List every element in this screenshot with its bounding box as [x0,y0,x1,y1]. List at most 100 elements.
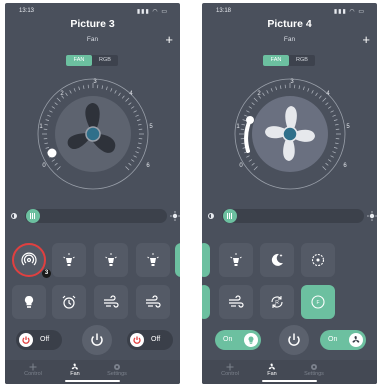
dial-tick [266,90,269,94]
dial-tick [135,114,139,117]
main-power-button[interactable] [279,325,309,355]
bulb-icon [248,336,254,344]
power-knob [19,333,33,347]
tab-rgb[interactable]: RGB [289,55,315,66]
fan-power-toggle[interactable]: Off [127,330,173,350]
mode-toggle: FAN RGB [263,55,315,66]
dial-tick [330,110,334,113]
dial-tick [118,92,121,96]
lamp-tile-3[interactable] [136,243,170,277]
alarm-tile[interactable] [52,285,86,319]
main-power-button[interactable] [82,325,112,355]
brightness-slider-thumb[interactable] [223,209,237,223]
dial-tick [315,92,318,96]
tab-rgb[interactable]: RGB [92,55,118,66]
nfc-tile[interactable] [12,243,46,277]
svg-text:R: R [275,300,279,306]
tick-label-5: 5 [149,124,153,130]
dial-tick [121,95,125,99]
tick-label-5: 5 [346,124,350,130]
rotate-tile[interactable] [301,243,335,277]
more-tile-edge[interactable] [175,243,180,277]
fan-icon [268,363,275,370]
dial-tick [318,95,322,99]
dial-knob[interactable] [47,148,57,158]
dial-knob[interactable] [246,116,254,124]
tab-fan[interactable]: FAN [66,55,92,66]
dial-tick [242,119,247,121]
nav-fan-label: Fan [267,371,277,377]
page-subtitle: Fan [283,36,296,43]
fan-speed-dial[interactable]: 0 1 2 3 4 5 6 [22,73,164,201]
settings-icon [311,364,317,370]
dial-tick [251,102,255,106]
nav-settings[interactable]: Settings [102,363,132,377]
wind-tile-1[interactable] [94,285,128,319]
nav-control-label: Control [221,371,239,377]
dial-tick [114,90,117,94]
lamp-tile[interactable] [219,243,253,277]
dial-tick [110,88,113,92]
dial-tick [248,106,252,109]
settings-icon [114,364,120,370]
dial-tick [128,162,132,166]
dial-tick [135,151,139,154]
fan-mode-tile[interactable]: F [301,285,335,319]
dial-tick [298,85,301,89]
fan-speed-dial[interactable]: 0 1 2 3 4 5 6 [219,73,361,201]
dial-tick [311,90,314,94]
dial-tick [335,142,339,145]
lamp-tile-1[interactable] [52,243,86,277]
fan-mode-icon: F [311,295,325,309]
power-icon [91,333,103,346]
dial-tick [279,85,282,89]
add-button[interactable]: + [362,33,370,46]
control-icon [226,363,234,371]
fan-power-toggle[interactable]: On [320,330,366,350]
moon-tile[interactable] [260,243,294,277]
fan-power-label: Off [151,336,161,343]
lamp-icon [105,253,117,266]
wind-tile[interactable] [219,285,253,319]
nav-fan-label: Fan [70,371,80,377]
add-button[interactable]: + [165,33,173,46]
moon-icon [271,253,283,266]
nav-control[interactable]: Control [18,363,48,377]
wind-icon [104,295,119,308]
page-subtitle: Fan [86,36,99,43]
dial-tick [73,88,76,92]
status-time: 13:18 [216,8,232,14]
dial-tick [131,106,135,109]
power-knob [130,333,144,347]
bulb-icon [24,295,34,308]
dial-tick [246,155,250,158]
reverse-tile[interactable]: R [260,285,294,319]
tab-fan[interactable]: FAN [263,55,289,66]
prev-tile-edge[interactable] [202,243,210,277]
lamp-icon [230,253,242,266]
brightness-slider[interactable] [25,209,167,223]
dial-tick [82,85,85,89]
light-power-toggle[interactable]: Off [16,330,62,350]
prev-tile-edge-2[interactable] [202,285,210,319]
brightness-low-icon [11,213,17,219]
dial-tick [133,155,137,158]
wind-tile-2[interactable] [136,285,170,319]
nav-settings[interactable]: Settings [299,363,329,377]
brightness-slider-thumb[interactable] [26,209,40,223]
dial-tick [45,147,50,149]
light-power-toggle[interactable]: On [215,330,261,350]
lamp-tile-2[interactable] [94,243,128,277]
brightness-slider[interactable] [222,209,364,223]
bulb-tile[interactable] [12,285,46,319]
nav-control[interactable]: Control [215,363,245,377]
fan-power-label: On [328,336,338,343]
dial-tick [133,110,137,113]
dial-tick [69,90,72,94]
nav-fan[interactable]: Fan [257,363,287,377]
brightness-high-icon [367,211,377,221]
nav-fan[interactable]: Fan [60,363,90,377]
dial-tick [248,159,252,162]
dial-tick [328,106,332,109]
nav-control-label: Control [24,371,42,377]
